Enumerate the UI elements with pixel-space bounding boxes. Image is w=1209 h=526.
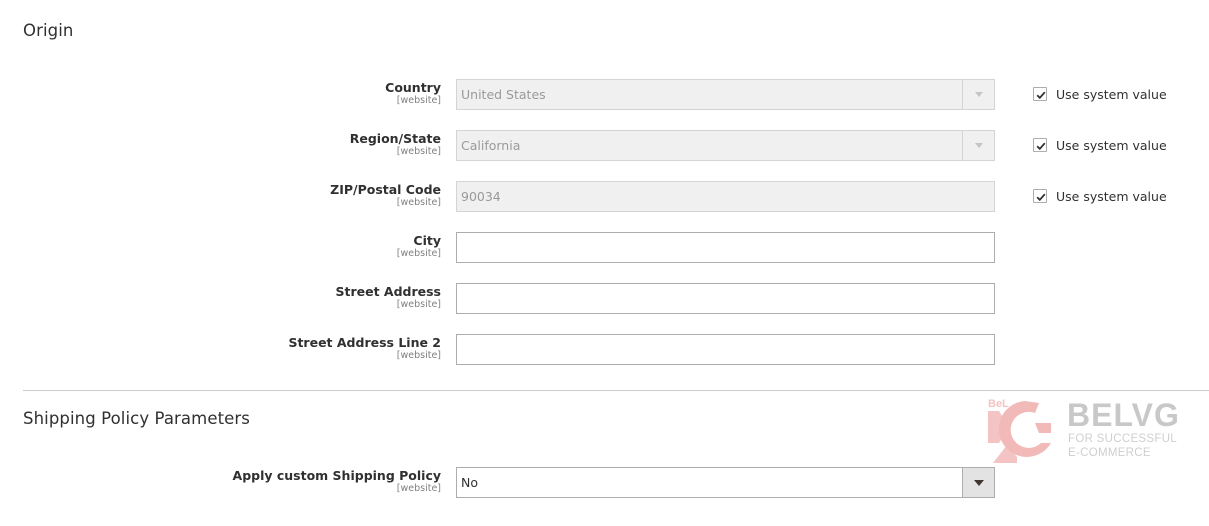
check-icon xyxy=(1036,193,1046,202)
field-label: Street Address Line 2 xyxy=(288,335,441,350)
use-system-value-label: Use system value xyxy=(1056,86,1167,102)
use-system-value-country[interactable]: Use system value xyxy=(1033,86,1167,102)
section-title-origin: Origin xyxy=(23,21,74,40)
use-system-value-label: Use system value xyxy=(1056,137,1167,153)
field-row-region-state: Region/State [website] California Use sy… xyxy=(0,130,1209,162)
input-value: 90034 xyxy=(461,189,501,204)
field-label: ZIP/Postal Code xyxy=(330,182,441,197)
chevron-down-icon xyxy=(975,92,983,97)
select-value: United States xyxy=(461,87,546,102)
dropdown-toggle[interactable] xyxy=(962,131,994,160)
scope-label: [website] xyxy=(396,95,441,106)
checkbox[interactable] xyxy=(1033,138,1047,152)
brand-name: BELVG xyxy=(1067,397,1180,433)
street-address-line-2-input[interactable] xyxy=(456,334,995,365)
use-system-value-region-state[interactable]: Use system value xyxy=(1033,137,1167,153)
zip-postal-code-input[interactable]: 90034 xyxy=(456,181,995,212)
field-label: Region/State xyxy=(349,131,441,146)
field-label: City xyxy=(413,233,441,248)
check-icon xyxy=(1036,91,1046,100)
svg-text:BeL: BeL xyxy=(988,398,1009,410)
chevron-down-icon xyxy=(974,480,984,486)
brand-tagline-2: E-COMMERCE xyxy=(1068,447,1151,459)
use-system-value-label: Use system value xyxy=(1056,188,1167,204)
field-label: Street Address xyxy=(335,284,441,299)
belvg-watermark-logo: BeL BELVG FOR SUCCESSFUL E-COMMERCE xyxy=(985,397,1195,463)
scope-label: [website] xyxy=(396,197,441,208)
field-row-country: Country [website] United States Use syst… xyxy=(0,79,1209,111)
use-system-value-zip[interactable]: Use system value xyxy=(1033,188,1167,204)
city-input[interactable] xyxy=(456,232,995,263)
select-value: No xyxy=(461,475,478,490)
dropdown-toggle[interactable] xyxy=(962,80,994,109)
street-address-input[interactable] xyxy=(456,283,995,314)
checkbox[interactable] xyxy=(1033,87,1047,101)
scope-label: [website] xyxy=(396,299,441,310)
field-row-street-address: Street Address [website] xyxy=(0,283,1209,315)
section-title-shipping-policy: Shipping Policy Parameters xyxy=(23,409,250,428)
scope-label: [website] xyxy=(396,483,441,494)
chevron-down-icon xyxy=(975,143,983,148)
brand-tagline-1: FOR SUCCESSFUL xyxy=(1068,433,1177,445)
apply-custom-shipping-policy-select[interactable]: No xyxy=(456,467,995,498)
field-row-city: City [website] xyxy=(0,232,1209,264)
checkbox[interactable] xyxy=(1033,189,1047,203)
field-label: Country xyxy=(385,80,441,95)
field-row-street-address-2: Street Address Line 2 [website] xyxy=(0,334,1209,366)
belvg-mark-icon: BeL xyxy=(988,398,1051,463)
region-state-select[interactable]: California xyxy=(456,130,995,161)
country-select[interactable]: United States xyxy=(456,79,995,110)
scope-label: [website] xyxy=(396,248,441,259)
field-row-apply-custom-shipping-policy: Apply custom Shipping Policy [website] N… xyxy=(0,467,1209,499)
dropdown-toggle[interactable] xyxy=(962,468,994,497)
field-label: Apply custom Shipping Policy xyxy=(232,468,441,483)
section-divider xyxy=(23,390,1209,391)
scope-label: [website] xyxy=(396,350,441,361)
field-row-zip: ZIP/Postal Code [website] 90034 Use syst… xyxy=(0,181,1209,213)
check-icon xyxy=(1036,142,1046,151)
select-value: California xyxy=(461,138,521,153)
scope-label: [website] xyxy=(396,146,441,157)
